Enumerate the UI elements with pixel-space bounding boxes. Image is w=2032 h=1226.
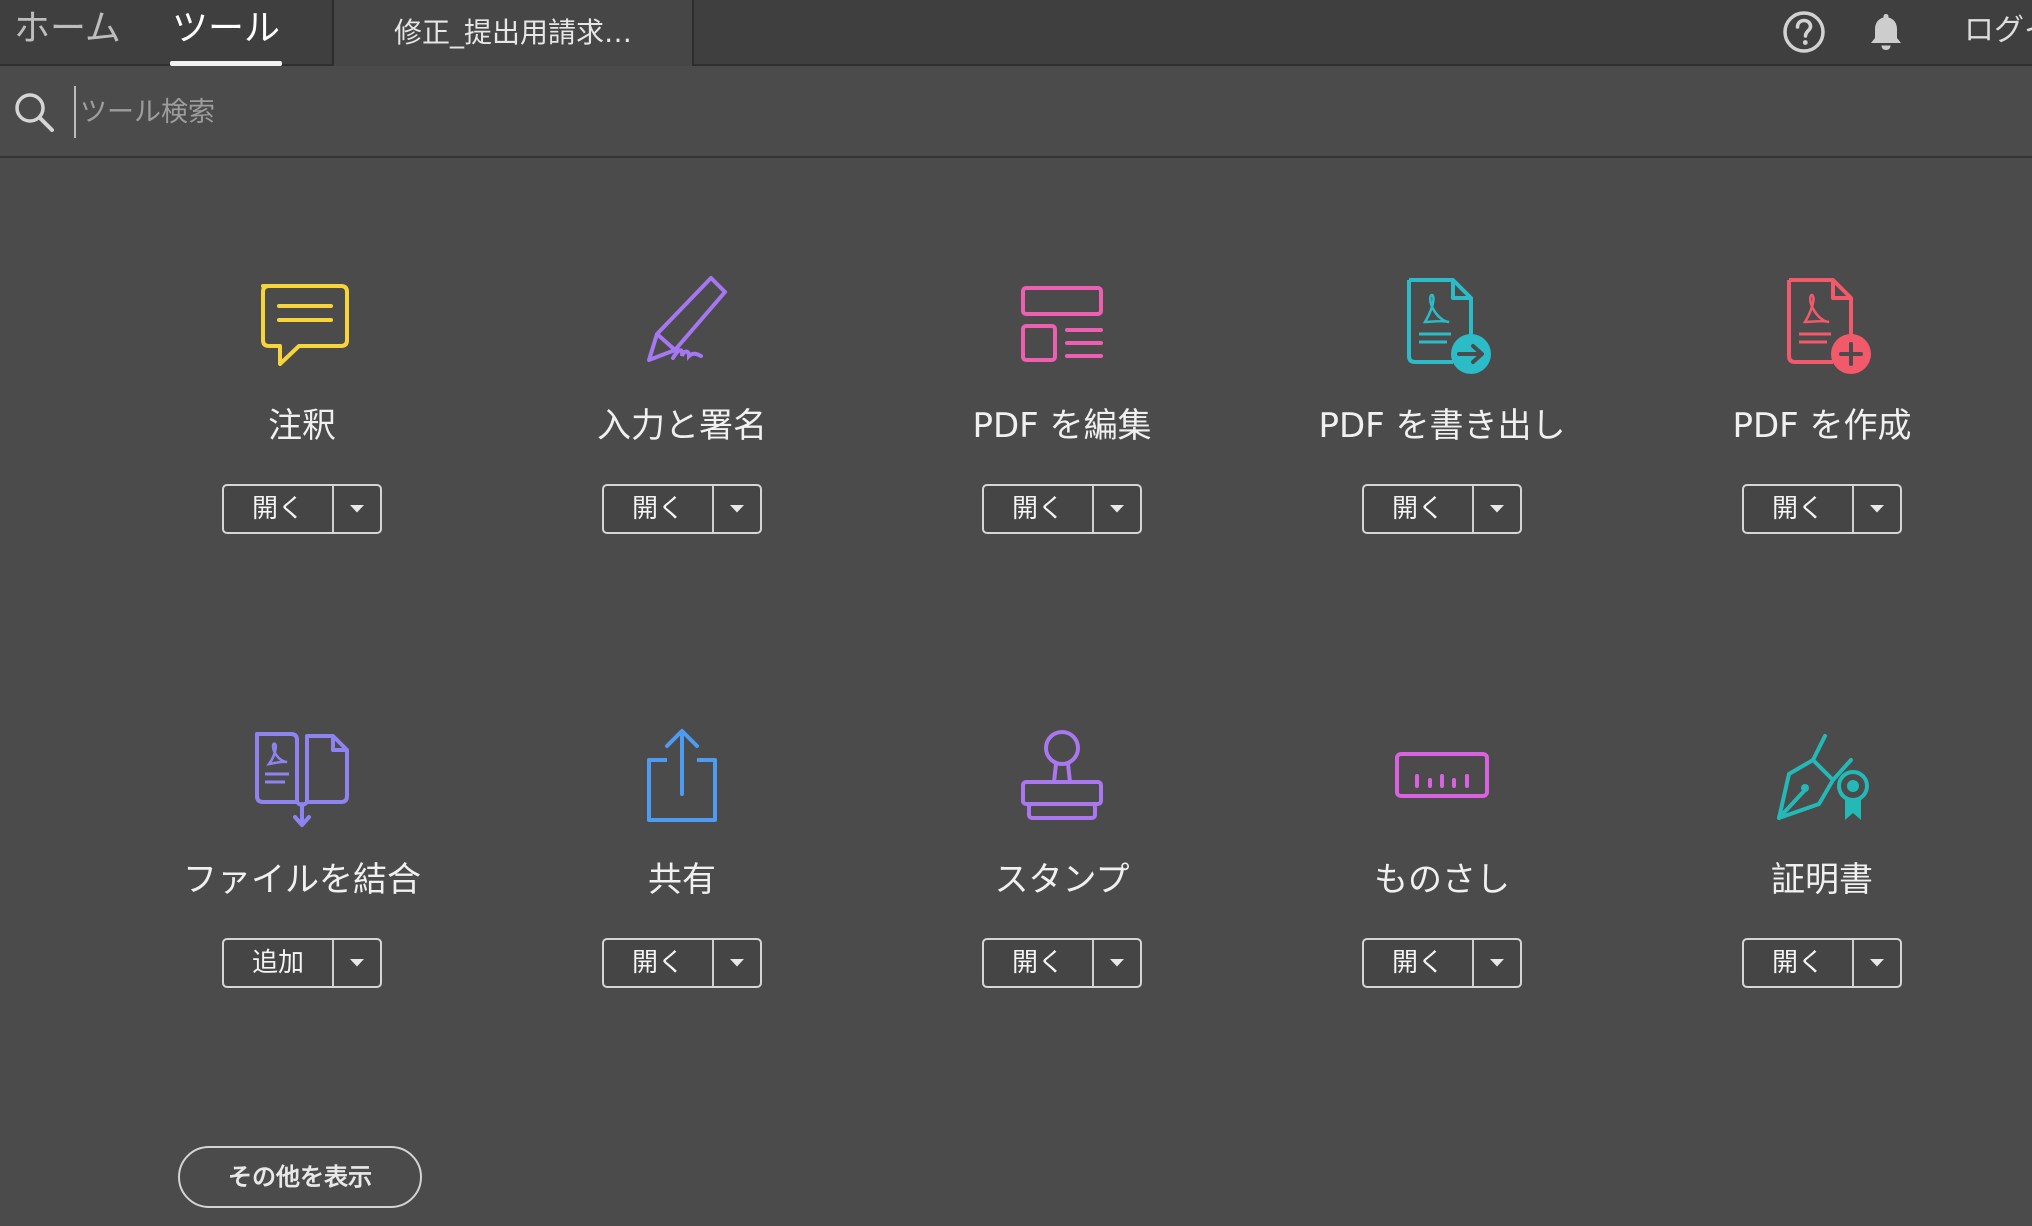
tool-edit-pdf[interactable]: PDF を編集 開く: [912, 270, 1212, 600]
tool-comment-label: 注釈: [268, 406, 336, 446]
tool-create-pdf-label: PDF を作成: [1732, 406, 1912, 446]
tool-edit-pdf-open-label[interactable]: 開く: [984, 486, 1094, 532]
dropdown-arrow-icon: [1490, 505, 1504, 513]
login-link[interactable]: ログイ: [1964, 0, 2032, 66]
export-pdf-icon: [1407, 278, 1491, 374]
tool-fill-sign-open-button[interactable]: 開く: [602, 484, 762, 534]
notification-bell-icon[interactable]: [1862, 8, 1910, 56]
tool-combine-files-add-button[interactable]: 追加: [222, 938, 382, 988]
tool-stamp-label: スタンプ: [994, 860, 1130, 900]
tool-share-dropdown[interactable]: [714, 940, 760, 986]
tool-comment-dropdown[interactable]: [334, 486, 380, 532]
dropdown-arrow-icon: [1490, 959, 1504, 967]
search-icon: [15, 93, 54, 132]
tool-fill-sign-open-label[interactable]: 開く: [604, 486, 714, 532]
tool-measure[interactable]: ものさし 開く: [1292, 724, 1592, 1054]
share-icon: [647, 729, 717, 822]
tab-tools-label: ツール: [172, 8, 281, 49]
document-tab-label: 修正_提出用請求…: [393, 16, 632, 49]
tool-comment-open-label[interactable]: 開く: [224, 486, 334, 532]
tool-combine-files-label: ファイルを結合: [183, 860, 421, 900]
tab-home-label: ホーム: [14, 8, 121, 49]
tool-stamp-open-label[interactable]: 開く: [984, 940, 1094, 986]
document-tab[interactable]: 修正_提出用請求…: [332, 0, 694, 66]
tool-export-pdf-dropdown[interactable]: [1474, 486, 1520, 532]
tool-stamp-open-button[interactable]: 開く: [982, 938, 1142, 988]
tool-export-pdf-open-button[interactable]: 開く: [1362, 484, 1522, 534]
measure-icon: [1395, 752, 1489, 798]
dropdown-arrow-icon: [1870, 505, 1884, 513]
tool-stamp[interactable]: スタンプ 開く: [912, 724, 1212, 1054]
edit-pdf-icon: [1021, 286, 1103, 362]
login-label: ログイ: [1964, 13, 2032, 48]
tool-combine-files-dropdown[interactable]: [334, 940, 380, 986]
tool-measure-open-button[interactable]: 開く: [1362, 938, 1522, 988]
tool-search-bar: [0, 66, 2032, 158]
combine-files-icon: [255, 732, 349, 827]
tool-comment-open-button[interactable]: 開く: [222, 484, 382, 534]
tool-share[interactable]: 共有 開く: [532, 724, 832, 1054]
fill-sign-icon: [647, 276, 727, 362]
tool-create-pdf-open-button[interactable]: 開く: [1742, 484, 1902, 534]
app-window: ホーム ツール 修正_提出用請求… ログイ: [0, 0, 2032, 1226]
tool-combine-files-add-label[interactable]: 追加: [224, 940, 334, 986]
create-pdf-icon: [1787, 278, 1871, 374]
tool-certificate-open-label[interactable]: 開く: [1744, 940, 1854, 986]
comment-icon: [261, 284, 349, 366]
tool-create-pdf[interactable]: PDF を作成 開く: [1672, 270, 1972, 600]
tool-measure-open-label[interactable]: 開く: [1364, 940, 1474, 986]
tool-edit-pdf-dropdown[interactable]: [1094, 486, 1140, 532]
dropdown-arrow-icon: [1110, 959, 1124, 967]
stamp-icon: [1021, 730, 1103, 820]
certificate-icon: [1777, 734, 1869, 820]
tool-edit-pdf-label: PDF を編集: [972, 406, 1152, 446]
tool-share-label: 共有: [648, 860, 716, 900]
top-bar: ホーム ツール 修正_提出用請求… ログイ: [0, 0, 2032, 66]
tool-create-pdf-open-label[interactable]: 開く: [1744, 486, 1854, 532]
show-more-label: その他を表示: [228, 1163, 372, 1191]
tool-certificate-dropdown[interactable]: [1854, 940, 1900, 986]
tool-certificate-open-button[interactable]: 開く: [1742, 938, 1902, 988]
tool-measure-dropdown[interactable]: [1474, 940, 1520, 986]
dropdown-arrow-icon: [1870, 959, 1884, 967]
dropdown-arrow-icon: [1110, 505, 1124, 513]
tab-home[interactable]: ホーム: [14, 0, 121, 66]
tool-combine-files[interactable]: ファイルを結合 追加: [152, 724, 452, 1054]
tool-measure-label: ものさし: [1374, 860, 1510, 900]
tool-export-pdf[interactable]: PDF を書き出し 開く: [1292, 270, 1592, 600]
tool-search-input[interactable]: [74, 86, 982, 138]
tool-fill-sign[interactable]: 入力と署名 開く: [532, 270, 832, 600]
tool-stamp-dropdown[interactable]: [1094, 940, 1140, 986]
dropdown-arrow-icon: [730, 505, 744, 513]
dropdown-arrow-icon: [350, 959, 364, 967]
tool-comment[interactable]: 注釈 開く: [152, 270, 452, 600]
tool-share-open-label[interactable]: 開く: [604, 940, 714, 986]
tool-export-pdf-label: PDF を書き出し: [1318, 406, 1566, 446]
dropdown-arrow-icon: [350, 505, 364, 513]
tool-fill-sign-dropdown[interactable]: [714, 486, 760, 532]
dropdown-arrow-icon: [730, 959, 744, 967]
tab-tools[interactable]: ツール: [170, 0, 283, 66]
tool-create-pdf-dropdown[interactable]: [1854, 486, 1900, 532]
help-icon[interactable]: [1780, 8, 1828, 56]
tool-certificate[interactable]: 証明書 開く: [1672, 724, 1972, 1054]
tool-export-pdf-open-label[interactable]: 開く: [1364, 486, 1474, 532]
tool-fill-sign-label: 入力と署名: [597, 406, 767, 446]
tool-certificate-label: 証明書: [1771, 860, 1873, 900]
show-more-button[interactable]: その他を表示: [178, 1146, 422, 1208]
tool-share-open-button[interactable]: 開く: [602, 938, 762, 988]
tool-edit-pdf-open-button[interactable]: 開く: [982, 484, 1142, 534]
